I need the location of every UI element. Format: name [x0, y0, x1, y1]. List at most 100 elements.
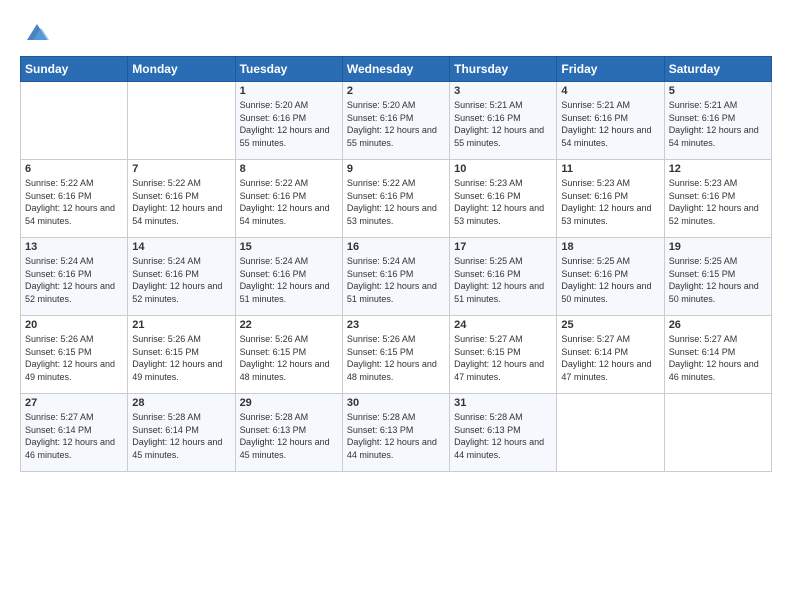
day-info: Sunrise: 5:21 AMSunset: 6:16 PMDaylight:… — [454, 99, 552, 149]
day-info: Sunrise: 5:25 AMSunset: 6:16 PMDaylight:… — [454, 255, 552, 305]
day-info: Sunrise: 5:21 AMSunset: 6:16 PMDaylight:… — [561, 99, 659, 149]
calendar-cell — [128, 82, 235, 160]
calendar-cell: 26Sunrise: 5:27 AMSunset: 6:14 PMDayligh… — [664, 316, 771, 394]
calendar-cell: 24 Sunrise: 5:27 AMSunset: 6:15 PMDayligh… — [450, 316, 557, 394]
week-row-3: 13 Sunrise: 5:24 AMSunset: 6:16 PMDayligh… — [21, 238, 772, 316]
calendar-cell: 20 Sunrise: 5:26 AMSunset: 6:15 PMDayligh… — [21, 316, 128, 394]
day-info: Sunrise: 5:22 AMSunset: 6:16 PMDaylight:… — [347, 177, 445, 227]
day-number: 6 — [25, 163, 123, 175]
day-info: Sunrise: 5:26 AMSunset: 6:15 PMDaylight:… — [132, 333, 230, 383]
day-info: Sunrise: 5:28 AMSunset: 6:13 PMDaylight:… — [240, 411, 338, 461]
calendar-cell — [21, 82, 128, 160]
day-number: 15 — [240, 241, 338, 253]
logo — [20, 18, 51, 46]
day-info: Sunrise: 5:20 AMSunset: 6:16 PMDaylight:… — [240, 99, 338, 149]
day-header-saturday: Saturday — [664, 57, 771, 82]
day-info: Sunrise: 5:20 AMSunset: 6:16 PMDaylight:… — [347, 99, 445, 149]
day-header-tuesday: Tuesday — [235, 57, 342, 82]
day-number: 17 — [454, 241, 552, 253]
day-number: 3 — [454, 85, 552, 97]
calendar-cell: 2Sunrise: 5:20 AMSunset: 6:16 PMDaylight… — [342, 82, 449, 160]
day-number: 30 — [347, 397, 445, 409]
day-info: Sunrise: 5:24 AMSunset: 6:16 PMDaylight:… — [25, 255, 123, 305]
day-info: Sunrise: 5:26 AMSunset: 6:15 PMDaylight:… — [25, 333, 123, 383]
day-info: Sunrise: 5:28 AMSunset: 6:13 PMDaylight:… — [347, 411, 445, 461]
calendar-cell: 16 Sunrise: 5:24 AMSunset: 6:16 PMDayligh… — [342, 238, 449, 316]
day-header-wednesday: Wednesday — [342, 57, 449, 82]
day-info: Sunrise: 5:22 AMSunset: 6:16 PMDaylight:… — [25, 177, 123, 227]
week-row-4: 20 Sunrise: 5:26 AMSunset: 6:15 PMDayligh… — [21, 316, 772, 394]
calendar-cell: 6 Sunrise: 5:22 AMSunset: 6:16 PMDaylight… — [21, 160, 128, 238]
day-info: Sunrise: 5:24 AMSunset: 6:16 PMDaylight:… — [132, 255, 230, 305]
calendar-cell: 3 Sunrise: 5:21 AMSunset: 6:16 PMDaylight… — [450, 82, 557, 160]
day-info: Sunrise: 5:24 AMSunset: 6:16 PMDaylight:… — [240, 255, 338, 305]
day-number: 10 — [454, 163, 552, 175]
day-number: 21 — [132, 319, 230, 331]
day-number: 12 — [669, 163, 767, 175]
day-number: 7 — [132, 163, 230, 175]
calendar-cell: 19Sunrise: 5:25 AMSunset: 6:15 PMDayligh… — [664, 238, 771, 316]
page: SundayMondayTuesdayWednesdayThursdayFrid… — [0, 0, 792, 612]
calendar-cell: 8 Sunrise: 5:22 AMSunset: 6:16 PMDaylight… — [235, 160, 342, 238]
calendar-cell: 21 Sunrise: 5:26 AMSunset: 6:15 PMDayligh… — [128, 316, 235, 394]
calendar-cell: 27 Sunrise: 5:27 AMSunset: 6:14 PMDayligh… — [21, 394, 128, 472]
day-info: Sunrise: 5:26 AMSunset: 6:15 PMDaylight:… — [347, 333, 445, 383]
calendar-cell: 28 Sunrise: 5:28 AMSunset: 6:14 PMDayligh… — [128, 394, 235, 472]
day-number: 4 — [561, 85, 659, 97]
day-info: Sunrise: 5:25 AMSunset: 6:16 PMDaylight:… — [561, 255, 659, 305]
day-number: 11 — [561, 163, 659, 175]
day-info: Sunrise: 5:27 AMSunset: 6:14 PMDaylight:… — [561, 333, 659, 383]
day-info: Sunrise: 5:25 AMSunset: 6:15 PMDaylight:… — [669, 255, 767, 305]
calendar-cell — [557, 394, 664, 472]
day-number: 29 — [240, 397, 338, 409]
calendar-cell: 17 Sunrise: 5:25 AMSunset: 6:16 PMDayligh… — [450, 238, 557, 316]
day-number: 20 — [25, 319, 123, 331]
calendar-cell: 22Sunrise: 5:26 AMSunset: 6:15 PMDayligh… — [235, 316, 342, 394]
day-number: 27 — [25, 397, 123, 409]
calendar-cell: 31 Sunrise: 5:28 AMSunset: 6:13 PMDayligh… — [450, 394, 557, 472]
day-info: Sunrise: 5:21 AMSunset: 6:16 PMDaylight:… — [669, 99, 767, 149]
calendar-cell: 12Sunrise: 5:23 AMSunset: 6:16 PMDayligh… — [664, 160, 771, 238]
day-number: 16 — [347, 241, 445, 253]
day-header-friday: Friday — [557, 57, 664, 82]
day-info: Sunrise: 5:23 AMSunset: 6:16 PMDaylight:… — [561, 177, 659, 227]
calendar-cell: 13 Sunrise: 5:24 AMSunset: 6:16 PMDayligh… — [21, 238, 128, 316]
logo-icon — [23, 18, 51, 46]
day-number: 14 — [132, 241, 230, 253]
day-info: Sunrise: 5:26 AMSunset: 6:15 PMDaylight:… — [240, 333, 338, 383]
calendar-cell: 18Sunrise: 5:25 AMSunset: 6:16 PMDayligh… — [557, 238, 664, 316]
day-number: 8 — [240, 163, 338, 175]
day-number: 26 — [669, 319, 767, 331]
calendar-cell: 9 Sunrise: 5:22 AMSunset: 6:16 PMDaylight… — [342, 160, 449, 238]
day-info: Sunrise: 5:28 AMSunset: 6:13 PMDaylight:… — [454, 411, 552, 461]
day-number: 23 — [347, 319, 445, 331]
header-row: SundayMondayTuesdayWednesdayThursdayFrid… — [21, 57, 772, 82]
day-info: Sunrise: 5:24 AMSunset: 6:16 PMDaylight:… — [347, 255, 445, 305]
day-info: Sunrise: 5:27 AMSunset: 6:14 PMDaylight:… — [25, 411, 123, 461]
day-info: Sunrise: 5:27 AMSunset: 6:15 PMDaylight:… — [454, 333, 552, 383]
calendar-cell: 1Sunrise: 5:20 AMSunset: 6:16 PMDaylight… — [235, 82, 342, 160]
day-number: 28 — [132, 397, 230, 409]
calendar-cell: 30 Sunrise: 5:28 AMSunset: 6:13 PMDayligh… — [342, 394, 449, 472]
day-number: 24 — [454, 319, 552, 331]
day-header-sunday: Sunday — [21, 57, 128, 82]
day-header-monday: Monday — [128, 57, 235, 82]
calendar-cell: 23 Sunrise: 5:26 AMSunset: 6:15 PMDayligh… — [342, 316, 449, 394]
header — [20, 18, 772, 46]
day-number: 31 — [454, 397, 552, 409]
day-info: Sunrise: 5:22 AMSunset: 6:16 PMDaylight:… — [240, 177, 338, 227]
day-header-thursday: Thursday — [450, 57, 557, 82]
day-number: 5 — [669, 85, 767, 97]
day-info: Sunrise: 5:28 AMSunset: 6:14 PMDaylight:… — [132, 411, 230, 461]
calendar-cell: 10 Sunrise: 5:23 AMSunset: 6:16 PMDayligh… — [450, 160, 557, 238]
week-row-2: 6 Sunrise: 5:22 AMSunset: 6:16 PMDaylight… — [21, 160, 772, 238]
day-info: Sunrise: 5:23 AMSunset: 6:16 PMDaylight:… — [454, 177, 552, 227]
calendar-cell: 15 Sunrise: 5:24 AMSunset: 6:16 PMDayligh… — [235, 238, 342, 316]
week-row-5: 27 Sunrise: 5:27 AMSunset: 6:14 PMDayligh… — [21, 394, 772, 472]
calendar-table: SundayMondayTuesdayWednesdayThursdayFrid… — [20, 56, 772, 472]
week-row-1: 1Sunrise: 5:20 AMSunset: 6:16 PMDaylight… — [21, 82, 772, 160]
day-number: 9 — [347, 163, 445, 175]
day-number: 13 — [25, 241, 123, 253]
calendar-cell: 25Sunrise: 5:27 AMSunset: 6:14 PMDayligh… — [557, 316, 664, 394]
day-info: Sunrise: 5:22 AMSunset: 6:16 PMDaylight:… — [132, 177, 230, 227]
